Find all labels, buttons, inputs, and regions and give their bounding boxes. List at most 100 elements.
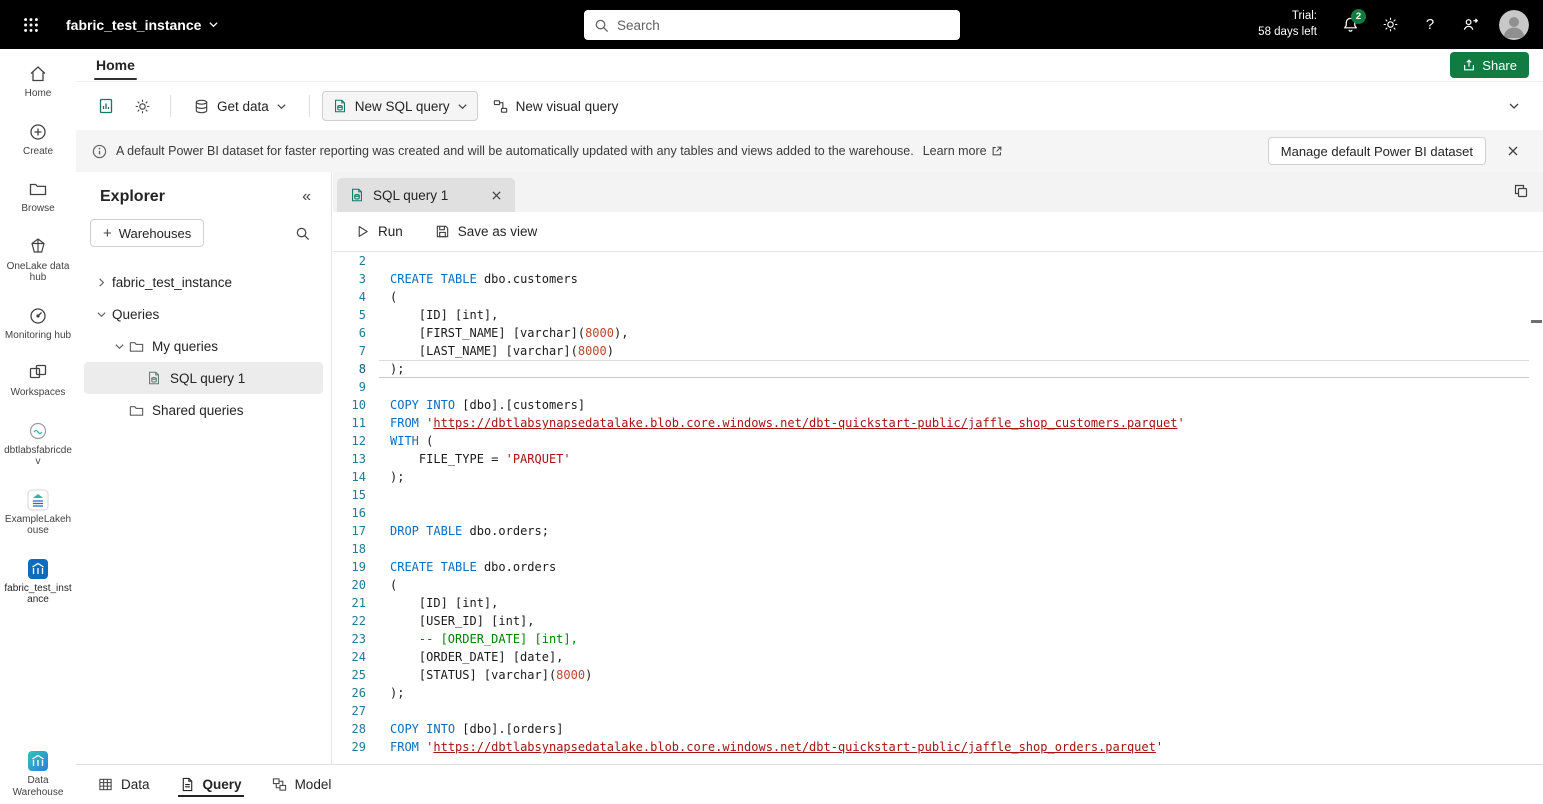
tree-item-fabric-test-instance[interactable]: fabric_test_instance <box>84 266 323 298</box>
tree-item-label: My queries <box>150 339 218 354</box>
nav-rail-item-workspaces[interactable]: Workspaces <box>0 362 76 399</box>
chevron-down-icon <box>1508 100 1520 112</box>
nav-rail-item-browse[interactable]: Browse <box>0 178 76 215</box>
run-button[interactable]: Run <box>345 219 413 244</box>
workspace-title[interactable]: fabric_test_instance <box>66 17 219 33</box>
nav-rail-item-label: Monitoring hub <box>5 330 71 342</box>
nav-rail-item-create[interactable]: Create <box>0 121 76 158</box>
settings-button[interactable] <box>1373 8 1407 42</box>
collapse-explorer-button[interactable]: « <box>296 188 317 206</box>
search-input[interactable] <box>617 18 950 33</box>
close-tab-icon[interactable] <box>488 187 505 204</box>
new-sql-query-label: New SQL query <box>355 99 450 114</box>
code-line-24[interactable]: 24 [ORDER_DATE] [date], <box>333 648 1543 666</box>
view-tab-data[interactable]: Data <box>86 765 162 804</box>
code-line-8[interactable]: 8); <box>333 360 1543 378</box>
line-number: 18 <box>333 540 379 558</box>
settings-gear-icon <box>134 98 151 115</box>
code-line-6[interactable]: 6 [FIRST_NAME] [varchar](8000), <box>333 324 1543 342</box>
tree-item-shared-queries[interactable]: Shared queries <box>84 394 323 426</box>
code-line-21[interactable]: 21 [ID] [int], <box>333 594 1543 612</box>
code-line-20[interactable]: 20( <box>333 576 1543 594</box>
nav-rail-item-monitoring-hub[interactable]: Monitoring hub <box>0 305 76 342</box>
notifications-button[interactable]: 2 <box>1333 8 1367 42</box>
code-line-27[interactable]: 27 <box>333 702 1543 720</box>
code-line-10[interactable]: 10COPY INTO [dbo].[customers] <box>333 396 1543 414</box>
code-line-5[interactable]: 5 [ID] [int], <box>333 306 1543 324</box>
code-line-26[interactable]: 26); <box>333 684 1543 702</box>
chevron-down-icon[interactable] <box>92 309 110 320</box>
sql-doc-icon <box>146 370 168 386</box>
add-warehouses-button[interactable]: + Warehouses <box>90 219 204 247</box>
waffle-menu-icon <box>22 16 40 34</box>
feedback-button[interactable] <box>1453 8 1487 42</box>
scrollbar-marker[interactable] <box>1531 320 1542 323</box>
run-label: Run <box>378 224 403 239</box>
code-text: FROM 'https://dbtlabsynapsedatalake.blob… <box>379 414 1543 432</box>
code-line-29[interactable]: 29FROM 'https://dbtlabsynapsedatalake.bl… <box>333 738 1543 756</box>
code-line-25[interactable]: 25 [STATUS] [varchar](8000) <box>333 666 1543 684</box>
nav-rail-item-fabric-test-instance[interactable]: fabric_test_instance <box>0 558 76 606</box>
code-line-22[interactable]: 22 [USER_ID] [int], <box>333 612 1543 630</box>
learn-more-link[interactable]: Learn more <box>923 144 1003 158</box>
new-visual-query-button[interactable]: New visual query <box>482 91 629 121</box>
tree-item-my-queries[interactable]: My queries <box>84 330 323 362</box>
code-line-18[interactable]: 18 <box>333 540 1543 558</box>
nav-rail-item-home[interactable]: Home <box>0 63 76 100</box>
code-line-3[interactable]: 3CREATE TABLE dbo.customers <box>333 270 1543 288</box>
help-button[interactable]: ? <box>1413 8 1447 42</box>
code-line-11[interactable]: 11FROM 'https://dbtlabsynapsedatalake.bl… <box>333 414 1543 432</box>
settings-toolbar-button[interactable] <box>126 91 158 121</box>
new-sql-query-button[interactable]: New SQL query <box>322 91 478 121</box>
sql-code-editor[interactable]: 23CREATE TABLE dbo.customers4(5 [ID] [in… <box>333 252 1543 764</box>
code-line-15[interactable]: 15 <box>333 486 1543 504</box>
code-line-19[interactable]: 19CREATE TABLE dbo.orders <box>333 558 1543 576</box>
view-tab-query[interactable]: Query <box>168 765 254 804</box>
chevron-right-icon[interactable] <box>92 277 110 288</box>
get-data-button[interactable]: Get data <box>183 91 297 121</box>
chevron-down-icon[interactable] <box>110 341 128 352</box>
line-number: 19 <box>333 558 379 576</box>
close-icon <box>1507 145 1519 157</box>
manage-default-dataset-button[interactable]: Manage default Power BI dataset <box>1268 137 1486 165</box>
tab-sql-query-1[interactable]: SQL query 1 <box>337 178 515 212</box>
nav-rail-item-dbtlabsfabricdev[interactable]: dbtlabsfabricdev <box>0 420 76 468</box>
code-line-14[interactable]: 14); <box>333 468 1543 486</box>
code-line-28[interactable]: 28COPY INTO [dbo].[orders] <box>333 720 1543 738</box>
code-line-7[interactable]: 7 [LAST_NAME] [varchar](8000) <box>333 342 1543 360</box>
view-switcher-bar: Data Query Model <box>76 764 1543 804</box>
code-line-9[interactable]: 9 <box>333 378 1543 396</box>
nav-rail-item-data-warehouse[interactable]: Data Warehouse <box>0 750 76 798</box>
code-line-12[interactable]: 12WITH ( <box>333 432 1543 450</box>
nav-rail-item-onelake-data-hub[interactable]: OneLake data hub <box>0 236 76 284</box>
code-line-23[interactable]: 23 -- [ORDER_DATE] [int], <box>333 630 1543 648</box>
code-line-16[interactable]: 16 <box>333 504 1543 522</box>
code-text: FROM 'https://dbtlabsynapsedatalake.blob… <box>379 738 1543 756</box>
code-text: [LAST_NAME] [varchar](8000) <box>379 342 1543 360</box>
code-line-17[interactable]: 17DROP TABLE dbo.orders; <box>333 522 1543 540</box>
code-line-4[interactable]: 4( <box>333 288 1543 306</box>
query-toolbar: Run Save as view <box>333 212 1543 252</box>
report-button[interactable] <box>90 91 122 121</box>
copy-icon[interactable] <box>1513 183 1529 199</box>
nav-rail-item-examplelakehouse[interactable]: ExampleLakehouse <box>0 489 76 537</box>
tree-item-sql-query-1[interactable]: SQL query 1 <box>84 362 323 394</box>
lakehouse-icon <box>27 489 49 511</box>
view-tab-model[interactable]: Model <box>260 765 344 804</box>
line-number: 4 <box>333 288 379 306</box>
report-icon <box>97 97 115 115</box>
nav-rail-item-label: Home <box>25 88 52 100</box>
code-line-2[interactable]: 2 <box>333 252 1543 270</box>
collapse-ribbon-button[interactable] <box>1499 91 1529 121</box>
save-as-view-button[interactable]: Save as view <box>425 219 548 244</box>
explorer-search-button[interactable] <box>287 218 317 248</box>
tree-item-queries[interactable]: Queries <box>84 298 323 330</box>
tab-home[interactable]: Home <box>84 49 147 81</box>
code-line-13[interactable]: 13 FILE_TYPE = 'PARQUET' <box>333 450 1543 468</box>
tree-item-label: fabric_test_instance <box>110 275 232 290</box>
banner-close-button[interactable] <box>1499 137 1527 165</box>
share-button[interactable]: Share <box>1450 52 1529 78</box>
waffle-menu-button[interactable] <box>14 8 48 42</box>
global-search <box>584 10 960 40</box>
account-avatar[interactable] <box>1499 10 1529 40</box>
